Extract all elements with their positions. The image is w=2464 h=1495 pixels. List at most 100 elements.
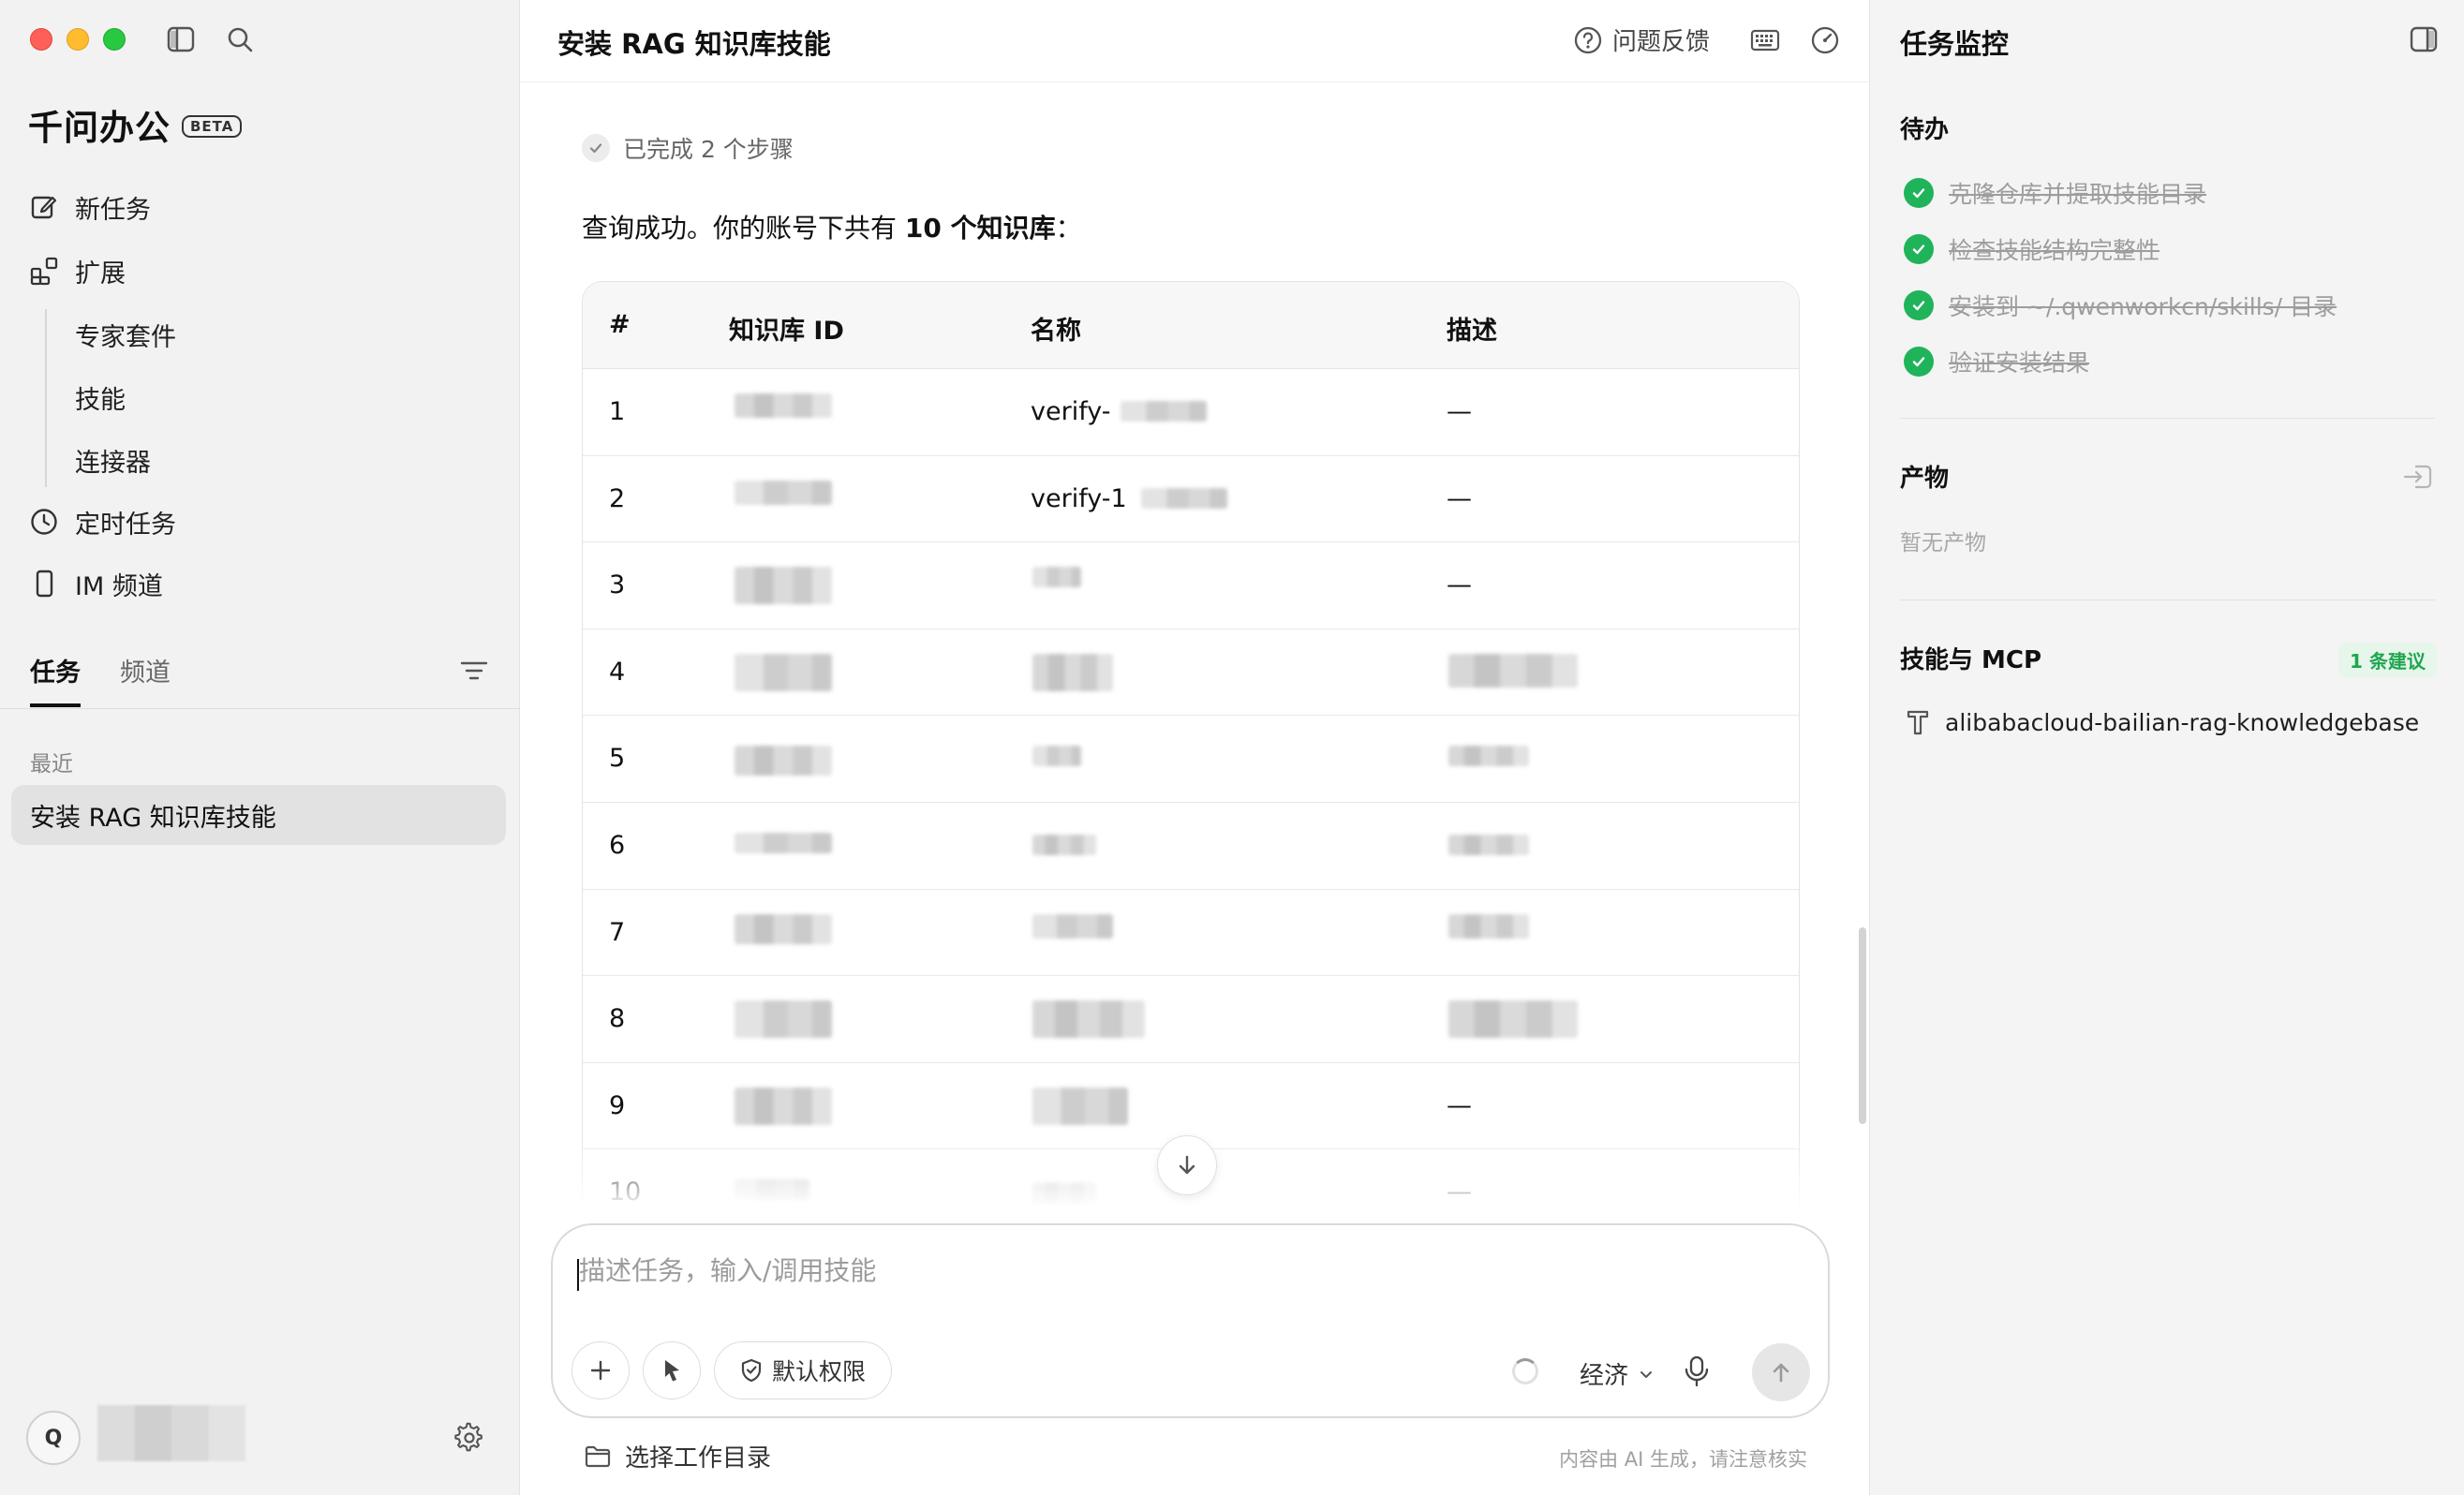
sidebar-toggle-icon[interactable] (167, 26, 195, 52)
cell-description: — (1447, 483, 1472, 513)
cell-kb-id-redacted (735, 913, 832, 944)
cell-description: — (1447, 570, 1472, 600)
cell-num: 5 (609, 744, 626, 774)
plus-icon (590, 1360, 611, 1381)
nav-im-channel[interactable]: IM 频道 (28, 562, 163, 605)
cell-name-redacted (1032, 1087, 1128, 1125)
nav-extend-label: 扩展 (75, 259, 126, 289)
sidebar: 千问办公 BETA 新任务 扩展 专家套件 技能 连接器 定时任务 IM 频道 … (0, 0, 520, 1495)
minimize-window-button[interactable] (67, 28, 89, 51)
cell-description-redacted (1448, 653, 1578, 688)
export-icon[interactable] (2402, 463, 2434, 491)
todo-label: 检查技能结构完整性 (1949, 237, 2160, 264)
gauge-icon[interactable] (1809, 24, 1841, 56)
cell-name-redacted (1032, 913, 1113, 939)
artifacts-empty: 暂无产物 (1900, 531, 1986, 555)
brand: 千问办公 BETA (28, 99, 243, 150)
task-monitor-panel: 任务监控 待办 克隆仓库并提取技能目录 检查技能结构完整性 安装到 ~/.qwenw… (1869, 0, 2464, 1495)
cell-kb-id-redacted (735, 832, 832, 853)
table-row: 8 (583, 976, 1799, 1063)
task-input[interactable] (579, 1255, 1797, 1286)
scroll-to-bottom-button[interactable] (1157, 1135, 1217, 1195)
folder-icon (585, 1445, 611, 1467)
cell-name-redacted (1032, 567, 1081, 588)
keyboard-icon[interactable] (1749, 24, 1781, 56)
table-row: 5 (583, 716, 1799, 803)
nav-extend[interactable]: 扩展 (28, 249, 126, 292)
cell-num: 8 (609, 1004, 626, 1034)
recent-label: 最近 (30, 752, 73, 777)
cell-num: 1 (609, 397, 626, 426)
search-icon[interactable] (225, 24, 255, 54)
mode-label: 经济 (1580, 1362, 1629, 1390)
send-button[interactable] (1752, 1343, 1810, 1401)
result-text-bold: 10 个知识库 (904, 213, 1056, 244)
cell-name-redacted (1121, 401, 1207, 422)
recent-task-item[interactable]: 安装 RAG 知识库技能 (11, 785, 506, 845)
skill-item[interactable]: alibabacloud-bailian-rag-knowledgebase (1906, 708, 2419, 736)
tab-tasks[interactable]: 任务 (30, 652, 81, 707)
cell-num: 7 (609, 917, 626, 947)
cell-description-redacted (1448, 746, 1529, 767)
todo-item: 安装到 ~/.qwenworkcn/skills/ 目录 (1904, 289, 2337, 322)
nav-connectors[interactable]: 连接器 (75, 439, 151, 481)
nav-skills[interactable]: 技能 (75, 377, 126, 418)
panel-title: 任务监控 (1900, 28, 2010, 60)
nav-scheduled[interactable]: 定时任务 (28, 500, 176, 543)
cell-num: 3 (609, 570, 626, 600)
nav-new-task[interactable]: 新任务 (28, 185, 151, 229)
tab-channels[interactable]: 频道 (120, 652, 171, 707)
cell-name-redacted (1032, 653, 1113, 691)
edit-icon (28, 191, 60, 223)
cursor-tool-button[interactable] (643, 1341, 701, 1399)
nav-new-task-label: 新任务 (75, 195, 151, 225)
composer: 默认权限 经济 (551, 1223, 1830, 1418)
loading-spinner-icon (1512, 1358, 1538, 1384)
suggestion-badge[interactable]: 1 条建议 (2338, 643, 2437, 677)
cell-kb-id-redacted (735, 480, 832, 505)
feedback-button[interactable]: 问题反馈 (1573, 22, 1710, 57)
tool-icon (1907, 710, 1929, 735)
cell-description-redacted (1448, 834, 1529, 855)
cell-num: 4 (609, 657, 626, 687)
avatar[interactable]: Q (26, 1411, 81, 1465)
permission-label: 默认权限 (771, 1358, 866, 1385)
nav-im-channel-label: IM 频道 (75, 571, 163, 601)
nav-expert-suite[interactable]: 专家套件 (75, 314, 176, 355)
todo-item: 克隆仓库并提取技能目录 (1904, 176, 2206, 210)
cell-kb-id-redacted (735, 746, 832, 777)
cursor-icon (665, 1360, 679, 1382)
table-row: 7 (583, 890, 1799, 977)
main-content: 安装 RAG 知识库技能 问题反馈 已完成 2 个步骤 查询成功。你的账号下共有… (520, 0, 1869, 1495)
add-button[interactable] (571, 1341, 630, 1399)
main-scrollbar[interactable] (1859, 927, 1866, 1124)
help-circle-icon (1574, 26, 1602, 53)
check-circle-icon (1904, 290, 1934, 320)
microphone-icon[interactable] (1681, 1354, 1713, 1388)
cell-name-prefix: verify-1 (1031, 483, 1127, 513)
cell-description-redacted (1448, 1000, 1578, 1039)
cell-description: — (1447, 397, 1472, 426)
header-description: 描述 (1447, 317, 1497, 346)
select-workdir-button[interactable]: 选择工作目录 (584, 1439, 771, 1473)
cell-name-redacted (1141, 487, 1227, 509)
cell-kb-id-redacted (735, 653, 832, 691)
skills-title: 技能与 MCP (1900, 646, 2042, 674)
arrow-down-icon (1179, 1155, 1195, 1175)
brand-name: 千问办公 (28, 108, 171, 148)
cell-kb-id-redacted (735, 1000, 832, 1039)
gear-icon[interactable] (453, 1422, 485, 1454)
completed-steps[interactable]: 已完成 2 个步骤 (582, 131, 794, 165)
zoom-window-button[interactable] (103, 28, 126, 51)
permission-button[interactable]: 默认权限 (714, 1341, 892, 1399)
header-num: # (609, 310, 631, 339)
cell-kb-id-redacted (735, 393, 832, 418)
filter-icon[interactable] (459, 658, 489, 684)
artifacts-title: 产物 (1900, 465, 1950, 493)
result-text-pre: 查询成功。你的账号下共有 (582, 213, 905, 244)
result-message: 查询成功。你的账号下共有 10 个知识库： (582, 208, 1082, 245)
table-row: 1 verify- — (583, 369, 1799, 456)
close-window-button[interactable] (30, 28, 52, 51)
mode-select[interactable]: 经济 (1580, 1356, 1655, 1391)
panel-toggle-icon[interactable] (2410, 26, 2438, 52)
